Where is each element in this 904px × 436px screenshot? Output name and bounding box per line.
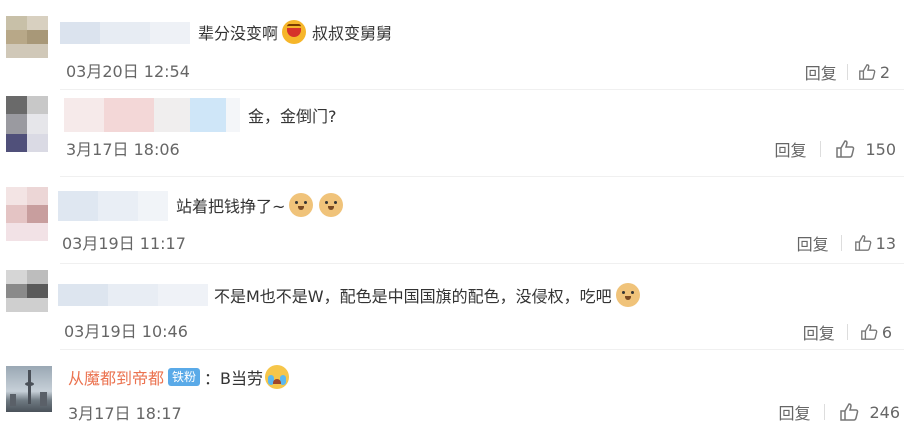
comment-actions: 回复 2 bbox=[805, 60, 890, 84]
like-button[interactable]: 6 bbox=[860, 323, 892, 342]
doge-emoji-icon bbox=[615, 283, 640, 307]
comment-actions: 回复 13 bbox=[797, 231, 896, 255]
comment-item: 金，金倒门? 3月17日 18:06 回复 150 bbox=[0, 90, 904, 178]
like-count: 13 bbox=[875, 233, 896, 253]
avatar[interactable] bbox=[6, 96, 48, 152]
comment-actions: 回复 6 bbox=[803, 320, 892, 344]
laughing-emoji-icon bbox=[282, 20, 307, 44]
divider bbox=[846, 324, 848, 340]
comment-text: 不是M也不是W，配色是中国国旗的配色，没侵权，吃吧 bbox=[214, 283, 640, 307]
comment-item: 辈分没变啊 叔叔变舅舅 03月20日 12:54 回复 2 bbox=[0, 0, 904, 90]
comment-actions: 回复 246 bbox=[778, 400, 900, 424]
comment-actions: 回复 150 bbox=[774, 137, 896, 161]
blurred-username[interactable] bbox=[58, 284, 208, 306]
like-count: 150 bbox=[865, 139, 896, 159]
comment-item: 从魔都到帝都 铁粉 ：B当劳 3月17日 18:17 回复 246 bbox=[0, 350, 904, 436]
reply-button[interactable]: 回复 bbox=[805, 60, 837, 84]
blurred-username[interactable] bbox=[58, 191, 168, 221]
reply-button[interactable]: 回复 bbox=[778, 400, 810, 424]
comment-text: 金，金倒门? bbox=[248, 103, 337, 127]
like-count: 2 bbox=[879, 62, 890, 82]
comment-text-body: 站着把钱挣了~ bbox=[176, 197, 286, 216]
reply-button[interactable]: 回复 bbox=[774, 137, 806, 161]
thumbs-up-icon bbox=[860, 324, 878, 340]
like-count: 6 bbox=[881, 322, 892, 342]
avatar[interactable] bbox=[6, 270, 48, 312]
reply-button[interactable]: 回复 bbox=[803, 320, 835, 344]
like-button[interactable]: 2 bbox=[858, 63, 890, 82]
thumbs-up-icon bbox=[854, 235, 872, 251]
thumbs-up-icon bbox=[836, 140, 855, 158]
doge-emoji-icon bbox=[289, 193, 314, 217]
divider bbox=[840, 235, 842, 251]
avatar[interactable] bbox=[6, 187, 48, 241]
blurred-username[interactable] bbox=[64, 98, 240, 132]
fan-badge[interactable]: 铁粉 bbox=[168, 368, 201, 386]
comment-time: 03月19日 10:46 bbox=[64, 322, 188, 341]
like-count: 246 bbox=[869, 402, 900, 422]
like-button[interactable]: 246 bbox=[839, 402, 900, 422]
comment-text: 站着把钱挣了~ bbox=[176, 193, 344, 217]
like-button[interactable]: 150 bbox=[835, 139, 896, 159]
thumbs-up-icon bbox=[858, 64, 876, 80]
divider bbox=[846, 64, 848, 80]
divider bbox=[824, 404, 826, 420]
comment-item: 站着把钱挣了~ 03月19日 11:17 回复 13 bbox=[0, 177, 904, 264]
doge-emoji-icon bbox=[319, 193, 344, 217]
comment-text: 辈分没变啊 叔叔变舅舅 bbox=[198, 20, 392, 44]
comment-time: 03月20日 12:54 bbox=[66, 62, 190, 81]
username-link[interactable]: 从魔都到帝都 bbox=[68, 365, 164, 389]
comment-text-part2: 叔叔变舅舅 bbox=[312, 24, 393, 43]
avatar[interactable] bbox=[6, 366, 52, 412]
crying-laughing-emoji-icon bbox=[265, 365, 290, 389]
blurred-username[interactable] bbox=[60, 22, 190, 44]
comment-text-body: 不是M也不是W，配色是中国国旗的配色，没侵权，吃吧 bbox=[214, 287, 612, 306]
like-button[interactable]: 13 bbox=[854, 234, 896, 253]
comment-text-part1: 辈分没变啊 bbox=[198, 24, 279, 43]
comment-text-body: ：B当劳 bbox=[204, 369, 264, 388]
comment-item: 不是M也不是W，配色是中国国旗的配色，没侵权，吃吧 03月19日 10:46 回… bbox=[0, 264, 904, 350]
comment-time: 3月17日 18:06 bbox=[66, 140, 180, 159]
reply-button[interactable]: 回复 bbox=[797, 231, 829, 255]
avatar[interactable] bbox=[6, 16, 48, 58]
comment-text: 从魔都到帝都 铁粉 ：B当劳 bbox=[68, 365, 290, 389]
thumbs-up-icon bbox=[840, 403, 859, 421]
comment-time: 3月17日 18:17 bbox=[68, 404, 182, 423]
comment-time: 03月19日 11:17 bbox=[62, 234, 186, 253]
comment-text-body: 金，金倒门? bbox=[248, 107, 337, 126]
divider bbox=[820, 141, 822, 157]
